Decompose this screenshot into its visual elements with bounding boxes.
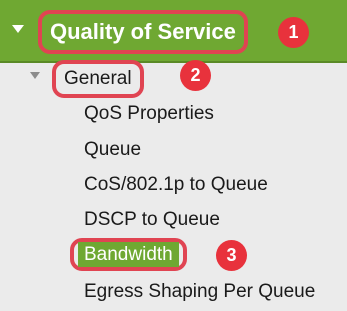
- step-badge-1: 1: [278, 17, 309, 48]
- menu-item-qos-properties[interactable]: QoS Properties: [84, 101, 214, 127]
- menu-group-general[interactable]: General: [52, 60, 144, 98]
- menu-item-cos-to-queue[interactable]: CoS/802.1p to Queue: [84, 172, 268, 198]
- menu-item-bandwidth[interactable]: Bandwidth: [70, 238, 187, 271]
- expand-arrow-icon[interactable]: [30, 72, 40, 79]
- step-badge-2: 2: [180, 60, 211, 91]
- menu-item-queue[interactable]: Queue: [84, 137, 141, 163]
- menu-item-bandwidth-label[interactable]: Bandwidth: [78, 242, 179, 267]
- menu-item-dscp-to-queue[interactable]: DSCP to Queue: [84, 207, 220, 233]
- menu-item-egress-shaping-per-queue[interactable]: Egress Shaping Per Queue: [84, 279, 315, 305]
- section-title[interactable]: Quality of Service: [38, 10, 248, 54]
- step-badge-3: 3: [216, 240, 247, 271]
- expand-arrow-icon[interactable]: [12, 25, 24, 33]
